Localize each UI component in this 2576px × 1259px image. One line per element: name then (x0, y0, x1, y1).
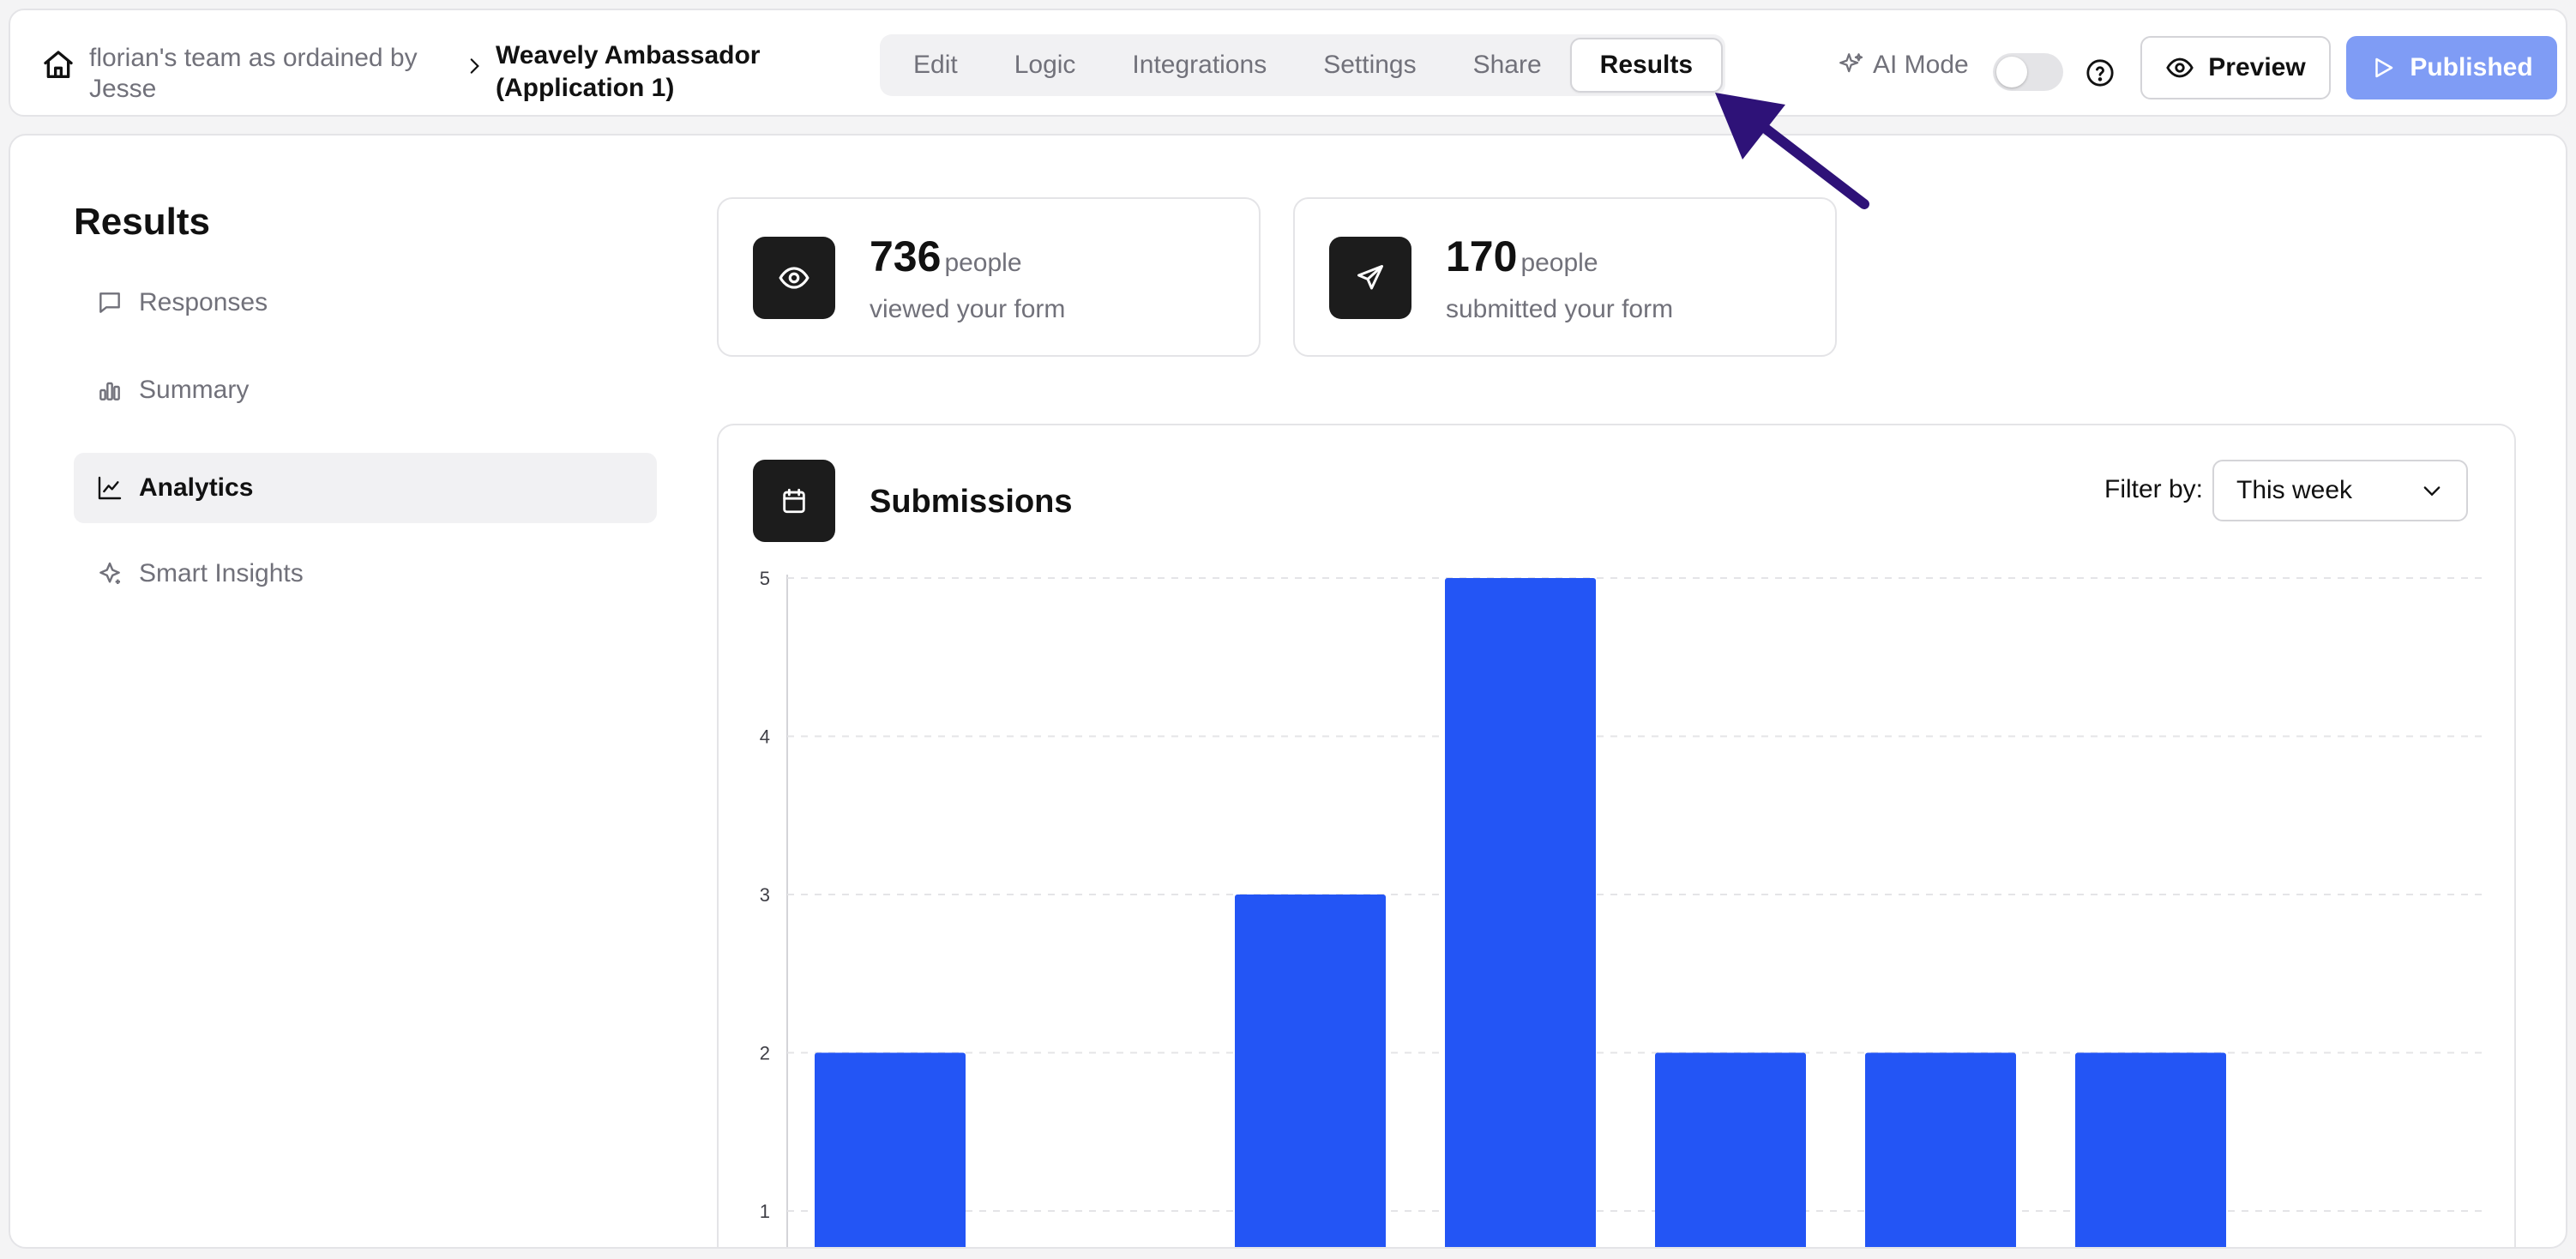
ai-mode-toggle[interactable] (1993, 53, 2063, 91)
ai-mode: AI Mode (1837, 48, 1969, 82)
tab-results[interactable]: Results (1569, 38, 1724, 93)
y-tick-label: 1 (760, 1201, 770, 1222)
tab-logic[interactable]: Logic (986, 38, 1104, 93)
bar (1865, 1052, 2016, 1247)
eye-icon (2166, 57, 2194, 78)
views-count: 736 people (870, 232, 1022, 281)
published-button[interactable]: Published (2346, 36, 2557, 99)
results-panel: Results Responses Summary Analytics Smar… (9, 134, 2567, 1249)
sparkles-icon (1839, 53, 1863, 73)
annotation-arrow-icon (1715, 93, 1869, 209)
send-icon (1357, 265, 1383, 290)
submissions-count: 170 people (1446, 232, 1598, 281)
views-icon-tile (753, 237, 835, 319)
sidebar-item-label: Analytics (139, 473, 254, 502)
help-icon[interactable] (2085, 58, 2115, 87)
views-unit: people (944, 249, 1022, 277)
ai-mode-label: AI Mode (1873, 51, 1969, 79)
tab-integrations[interactable]: Integrations (1104, 38, 1295, 93)
y-tick-label: 5 (760, 568, 770, 589)
preview-label: Preview (2208, 53, 2306, 81)
views-value: 736 (870, 232, 942, 280)
tab-settings[interactable]: Settings (1295, 38, 1444, 93)
submissions-chart-card: Submissions Filter by: This week 12345 (717, 424, 2516, 1247)
tab-share[interactable]: Share (1445, 38, 1570, 93)
sidebar-item-responses[interactable]: Responses (74, 268, 657, 338)
message-icon (99, 292, 120, 313)
chevron-right-icon (470, 58, 479, 74)
bar (815, 1052, 966, 1247)
submissions-description: submitted your form (1446, 295, 1674, 323)
submissions-unit: people (1520, 249, 1598, 277)
sidebar-title: Results (74, 201, 210, 243)
y-tick-label: 3 (760, 884, 770, 906)
toggle-knob (1996, 57, 2027, 87)
bar (2075, 1052, 2226, 1247)
bar (1655, 1052, 1806, 1247)
y-tick-label: 2 (760, 1043, 770, 1064)
sidebar-item-label: Summary (139, 376, 250, 404)
views-description: viewed your form (870, 295, 1066, 323)
play-icon (2375, 57, 2393, 78)
sidebar-item-summary[interactable]: Summary (74, 355, 657, 425)
breadcrumb-form[interactable]: Weavely Ambassador (Application 1) (496, 39, 804, 105)
line-chart-icon (98, 476, 122, 500)
sidebar-item-label: Responses (139, 288, 268, 316)
y-tick-label: 4 (760, 726, 770, 748)
submissions-icon-tile (1329, 237, 1411, 319)
mode-tabs: Edit Logic Integrations Settings Share R… (880, 34, 1725, 96)
bar (1235, 895, 1386, 1247)
published-label: Published (2410, 53, 2533, 81)
top-bar: florian's team as ordained by Jesse Weav… (9, 9, 2567, 117)
breadcrumb-team[interactable]: florian's team as ordained by Jesse (89, 43, 449, 105)
sparkle-icon (99, 562, 120, 584)
sidebar-item-smart-insights[interactable]: Smart Insights (74, 539, 657, 609)
submissions-bar-chart: 1 2 3 4 5 (760, 568, 2485, 1247)
bar-chart-icon (99, 382, 120, 401)
preview-button[interactable]: Preview (2140, 36, 2331, 99)
views-stat-card: 736 people viewed your form (717, 197, 1261, 357)
sidebar-item-label: Smart Insights (139, 559, 304, 587)
submissions-value: 170 (1446, 232, 1518, 280)
tab-edit[interactable]: Edit (885, 38, 986, 93)
submissions-stat-card: 170 people submitted your form (1293, 197, 1837, 357)
bar (1445, 578, 1596, 1247)
home-icon[interactable] (41, 48, 75, 82)
sidebar-item-analytics[interactable]: Analytics (74, 453, 657, 523)
eye-icon (779, 267, 810, 289)
